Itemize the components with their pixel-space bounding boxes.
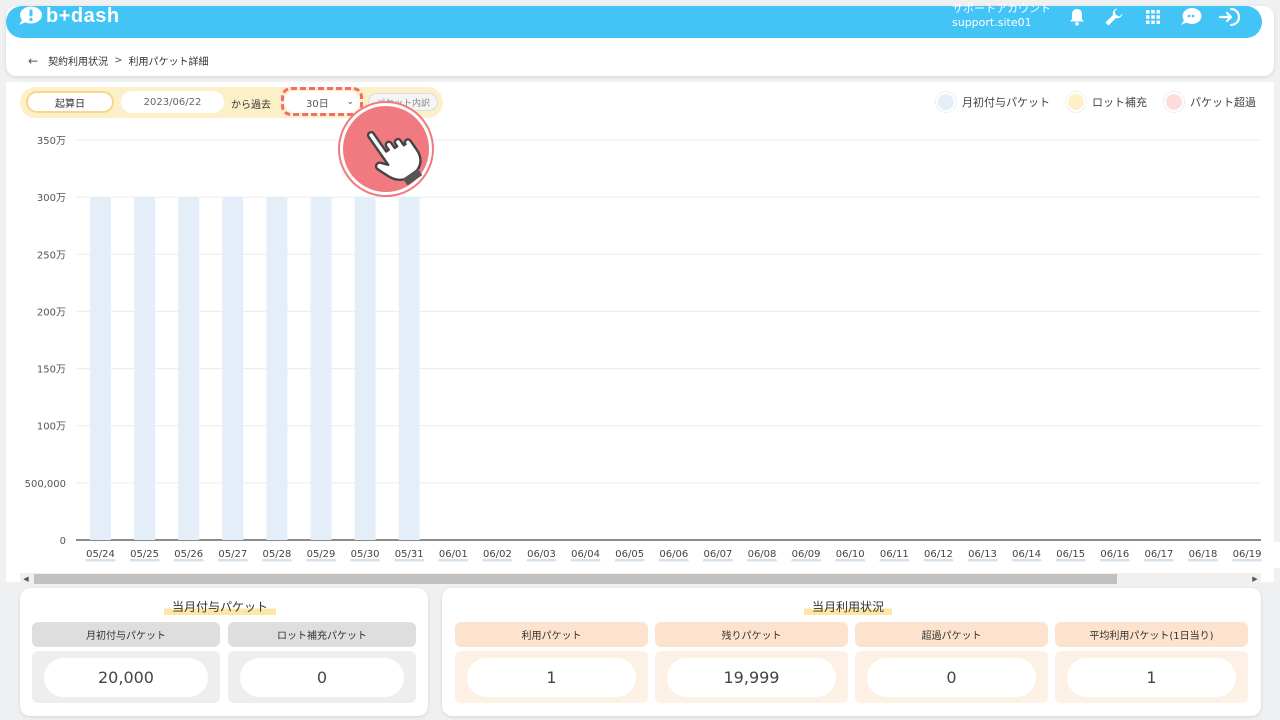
kisanbi-button[interactable]: 起算日 <box>26 91 114 113</box>
bar <box>178 197 200 540</box>
breadcrumb-separator: > <box>114 55 123 66</box>
tap-indicator <box>340 103 432 195</box>
x-tick-label: 05/29 <box>307 549 336 560</box>
x-tick-label: 06/18 <box>1189 549 1218 560</box>
grant-value-lot: 0 <box>240 658 404 697</box>
x-tick-label: 06/09 <box>792 549 821 560</box>
legend-item-overage[interactable]: パケット超過 <box>1164 92 1256 112</box>
wrench-icon[interactable] <box>1103 6 1125 28</box>
usage-value-average: 1 <box>1067 658 1236 697</box>
x-tick-label: 06/06 <box>659 549 688 560</box>
x-tick-label: 05/27 <box>218 549 247 560</box>
legend-item-lot[interactable]: ロット補充 <box>1066 92 1147 112</box>
x-tick-label: 06/11 <box>880 549 909 560</box>
scrollbar-thumb[interactable] <box>34 574 1117 584</box>
y-tick-label: 350万 <box>37 136 66 147</box>
x-tick-label: 05/26 <box>174 549 203 560</box>
x-tick-label: 06/08 <box>748 549 777 560</box>
usage-header-remaining: 残りパケット <box>655 622 848 647</box>
x-tick-label: 06/01 <box>439 549 468 560</box>
hand-pointer-icon <box>366 130 423 186</box>
bell-icon[interactable] <box>1066 6 1088 28</box>
grid-icon[interactable] <box>1142 6 1164 28</box>
app-logo[interactable]: b+dash <box>18 5 120 27</box>
x-tick-label: 06/07 <box>703 549 732 560</box>
x-tick-label: 06/19 <box>1233 549 1262 560</box>
bar <box>310 197 332 540</box>
chart-edge-mask <box>1262 542 1280 568</box>
legend-swatch <box>1066 92 1086 112</box>
bar <box>266 197 288 540</box>
usage-value-used: 1 <box>467 658 636 697</box>
x-tick-label: 06/14 <box>1012 549 1041 560</box>
x-tick-label: 06/12 <box>924 549 953 560</box>
x-tick-label: 06/13 <box>968 549 997 560</box>
y-tick-label: 0 <box>60 536 66 547</box>
breadcrumb: ← 契約利用状況 > 利用パケット詳細 <box>28 53 209 69</box>
chart-scrollbar[interactable]: ◀ ▶ <box>20 573 1261 585</box>
x-tick-label: 05/28 <box>262 549 291 560</box>
legend-label: 月初付与パケット <box>962 96 1050 109</box>
y-tick-label: 300万 <box>37 193 66 204</box>
y-tick-label: 250万 <box>37 250 66 261</box>
legend-label: ロット補充 <box>1092 96 1147 109</box>
scroll-left-icon[interactable]: ◀ <box>20 573 32 585</box>
grant-value-monthly: 20,000 <box>44 658 208 697</box>
bar <box>90 197 111 540</box>
monthly-usage-title: 当月利用状況 <box>804 598 893 615</box>
x-tick-label: 06/05 <box>615 549 644 560</box>
bar <box>398 197 420 540</box>
usage-header-used: 利用パケット <box>455 622 648 647</box>
legend-swatch <box>936 92 956 112</box>
x-tick-label: 05/25 <box>130 549 159 560</box>
back-arrow-icon[interactable]: ← <box>28 54 38 68</box>
monthly-grant-title: 当月付与パケット <box>164 598 277 615</box>
bar <box>222 197 244 540</box>
x-tick-label: 05/31 <box>395 549 424 560</box>
y-tick-label: 500,000 <box>25 479 66 490</box>
legend-item-monthly[interactable]: 月初付与パケット <box>936 92 1050 112</box>
bar <box>354 197 376 540</box>
legend-label: パケット超過 <box>1190 96 1256 109</box>
grant-header-lot: ロット補充パケット <box>228 622 416 647</box>
x-tick-label: 06/04 <box>571 549 600 560</box>
x-tick-label: 06/02 <box>483 549 512 560</box>
x-tick-label: 06/10 <box>836 549 865 560</box>
x-tick-label: 05/24 <box>86 549 115 560</box>
legend-swatch <box>1164 92 1184 112</box>
account-info[interactable]: サポートアカウント support.site01 <box>952 2 1051 30</box>
bar <box>134 197 156 540</box>
from-past-label: から過去 <box>231 100 271 111</box>
usage-value-remaining: 19,999 <box>667 658 836 697</box>
logo-text: b+dash <box>46 5 120 27</box>
account-name: サポートアカウント <box>952 2 1051 15</box>
y-tick-label: 200万 <box>37 307 66 318</box>
usage-header-overage: 超過パケット <box>855 622 1048 647</box>
x-tick-label: 06/16 <box>1100 549 1129 560</box>
usage-header-average: 平均利用パケット(1日当り) <box>1055 622 1248 647</box>
x-tick-label: 06/17 <box>1144 549 1173 560</box>
x-tick-label: 06/03 <box>527 549 556 560</box>
y-tick-label: 150万 <box>37 365 66 376</box>
chat-icon[interactable] <box>1180 6 1202 28</box>
account-site: support.site01 <box>952 16 1032 29</box>
start-date-input[interactable]: 2023/06/22 <box>121 91 224 113</box>
x-tick-label: 05/30 <box>351 549 380 560</box>
grant-header-monthly: 月初付与パケット <box>32 622 220 647</box>
y-tick-label: 100万 <box>37 422 66 433</box>
scroll-right-icon[interactable]: ▶ <box>1249 573 1261 585</box>
x-tick-label: 06/15 <box>1056 549 1085 560</box>
logout-icon[interactable] <box>1218 6 1240 28</box>
usage-value-overage: 0 <box>867 658 1036 697</box>
breadcrumb-parent-link[interactable]: 契約利用状況 <box>48 53 108 68</box>
breadcrumb-current: 利用パケット詳細 <box>128 57 209 68</box>
packet-bar-chart: 0 500,000 100万 150万 200万 250万 300万 350万 05/24 05/… <box>25 136 1280 568</box>
speech-bubble-logo-icon <box>18 6 42 26</box>
